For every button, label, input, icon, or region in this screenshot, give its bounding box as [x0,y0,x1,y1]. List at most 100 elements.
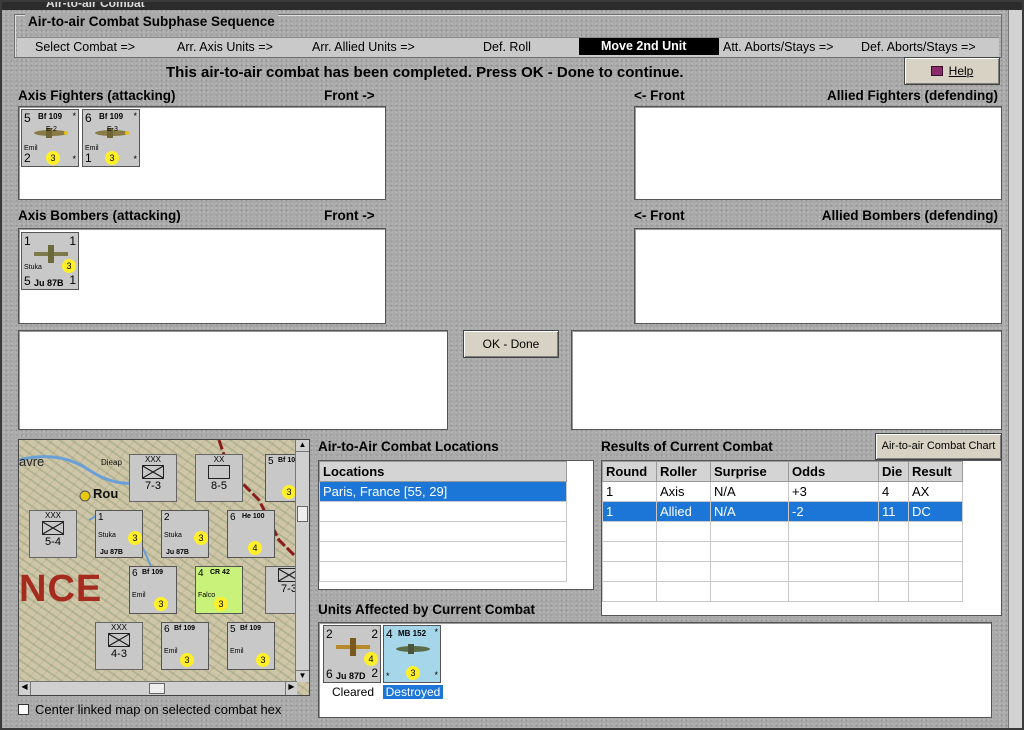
counter-range: 1 [85,151,92,165]
col-result: Result [908,461,963,482]
map-air-unit-2[interactable]: 2 Stuka Ju 87B 3 [161,510,209,558]
map-hex-corps-1[interactable]: XXX 7-3 [129,454,177,502]
counter-air-attack: 5 [268,456,274,467]
cell-odds: -2 [788,501,879,522]
counter-nickname: Emil [132,592,146,599]
counter-factor-chip: 3 [62,259,76,273]
counter-air-attack: 6 [85,111,92,125]
combat-locations-list[interactable]: Locations Paris, France [55, 29] [318,460,594,590]
counter-air-attack: 6 [164,624,170,635]
counter-bomb-factor: 2 [371,666,378,680]
allied-bombers-label: Allied Bombers (defending) [821,208,998,223]
step-arr-allied-units: Arr. Allied Units => [312,40,415,54]
map-air-unit-7[interactable]: 5 Bf 109 Emil 3 [227,622,275,670]
help-button[interactable]: Help [904,57,1000,85]
axis-fighter-counter-2[interactable]: 6 Bf 109 * E-3 Emil 1 3 * [82,109,140,167]
allied-messages-panel [571,330,1002,430]
axis-fighter-counter-1[interactable]: 5 Bf 109 * E-2 Emil 2 3 * [21,109,79,167]
axis-fighters-panel[interactable]: 5 Bf 109 * E-2 Emil 2 3 * 6 Bf 109 * E-3… [18,106,386,200]
title-bar[interactable]: Air-to-air Combat [2,2,1022,10]
counter-range: 2 [24,151,31,165]
map-city-label-havre: avre [19,454,45,469]
map-vertical-scrollbar[interactable]: ▲ ▼ [295,440,309,682]
axis-bombers-panel[interactable]: 1 1 Stuka 3 5 Ju 87B 1 [18,228,386,324]
units-affected-panel: 2 2 4 6 Ju 87D 2 Cleared 4 MB 152 * 3 * … [318,622,992,718]
fighter-plane-icon [396,644,430,654]
counter-air-attack: 5 [24,111,31,125]
linked-map[interactable]: avre Rou Dieap NCE XXX 7-3 XX 8-5 XXX 5-… [18,439,310,696]
units-affected-title: Units Affected by Current Combat [318,602,536,617]
results-row[interactable]: 1 Axis N/A +3 4 AX [602,481,963,502]
map-hex-corps-2[interactable]: XX 8-5 [195,454,243,502]
map-air-unit-4[interactable]: 6 Bf 109 Emil 3 [129,566,177,614]
counter-defense: 2 [371,627,378,641]
map-horizontal-scrollbar[interactable]: ◀ ▶ [19,681,297,695]
map-air-unit-6[interactable]: 6 Bf 109 Emil 3 [161,622,209,670]
counter-aircraft-name: Ju 87B [34,278,64,288]
scroll-right-arrow-icon[interactable]: ▶ [285,682,297,695]
allied-fighters-label: Allied Fighters (defending) [827,88,998,103]
cell-die: 11 [878,501,909,522]
location-row[interactable]: Paris, France [55, 29] [319,481,567,502]
cell-die: 4 [878,481,909,502]
map-air-unit-3[interactable]: 6 He 100 4 [227,510,275,558]
step-arr-axis-units: Arr. Axis Units => [177,40,273,54]
counter-air-attack: 5 [230,624,236,635]
results-row-selected[interactable]: 1 Allied N/A -2 11 DC [602,501,963,522]
counter-factor-chip: 3 [46,151,60,165]
scroll-down-arrow-icon[interactable]: ▼ [296,670,309,682]
cell-round: 1 [602,481,657,502]
counter-range: 6 [326,667,333,681]
unit-size: XXX [110,623,127,632]
cell-surprise: N/A [710,481,789,502]
counter-factor-chip: 3 [214,597,228,611]
unit-status-label: Destroyed [383,685,443,699]
cell-round: 1 [602,501,657,522]
affected-unit-counter: 2 2 4 6 Ju 87D 2 [323,625,381,683]
counter-star-bottom: * [72,154,76,164]
allied-bombers-front-label: <- Front [634,208,685,223]
infantry-symbol-icon [42,521,64,535]
allied-fighters-panel[interactable] [634,106,1002,200]
axis-bomber-counter-1[interactable]: 1 1 Stuka 3 5 Ju 87B 1 [21,232,79,290]
center-map-checkbox-label: Center linked map on selected combat hex [35,702,282,717]
counter-aircraft-name: CR 42 [210,569,230,576]
affected-unit-2[interactable]: 4 MB 152 * 3 * * Destroyed [383,625,443,699]
map-vscroll-thumb[interactable] [297,506,308,522]
center-map-checkbox[interactable] [18,704,29,715]
step-select-combat: Select Combat => [35,40,136,54]
unit-size: XXX [44,511,61,520]
axis-bombers-label: Axis Bombers (attacking) [18,208,181,223]
map-city-label-rouen: Rou [93,486,119,501]
counter-aircraft-name: Bf 109 [142,569,164,576]
ok-done-button[interactable]: OK - Done [463,330,559,358]
unit-strength: 5-4 [45,536,61,548]
counter-factor-chip: 3 [105,151,119,165]
map-air-unit-5-selected[interactable]: 4 CR 42 Falco 3 [195,566,243,614]
counter-aircraft-name: Bf 109 [99,112,124,121]
unit-strength: 7-3 [145,480,161,492]
map-air-unit-1[interactable]: 1 Stuka Ju 87B 3 [95,510,143,558]
map-hex-corps-4[interactable]: XXX 4-3 [95,622,143,670]
counter-air-attack: 2 [164,512,170,523]
unit-status-label: Cleared [331,685,375,699]
counter-nickname: Falco [198,592,216,599]
scroll-left-arrow-icon[interactable]: ◀ [19,682,31,695]
map-hex-corps-3[interactable]: XXX 5-4 [29,510,77,558]
counter-star: * [72,111,76,121]
map-hscroll-thumb[interactable] [149,683,165,694]
allied-bombers-panel[interactable] [634,228,1002,324]
air-combat-window: Air-to-air Combat Air-to-air Combat Subp… [0,0,1024,730]
counter-air-attack: 4 [386,627,393,641]
affected-unit-1[interactable]: 2 2 4 6 Ju 87D 2 Cleared [323,625,383,699]
unit-size: XXX [144,455,161,464]
scroll-up-arrow-icon[interactable]: ▲ [296,440,309,452]
cell-result: AX [908,481,963,502]
center-map-checkbox-row[interactable]: Center linked map on selected combat hex [18,702,281,718]
unit-size: XX [213,455,225,464]
cell-roller: Axis [656,481,711,502]
allied-fighters-front-label: <- Front [634,88,685,103]
counter-aircraft-name: He 100 [242,513,265,520]
air-combat-chart-button[interactable]: Air-to-air Combat Chart [875,433,1002,460]
results-table: Round Roller Surprise Odds Die Result 1 … [601,460,1002,616]
